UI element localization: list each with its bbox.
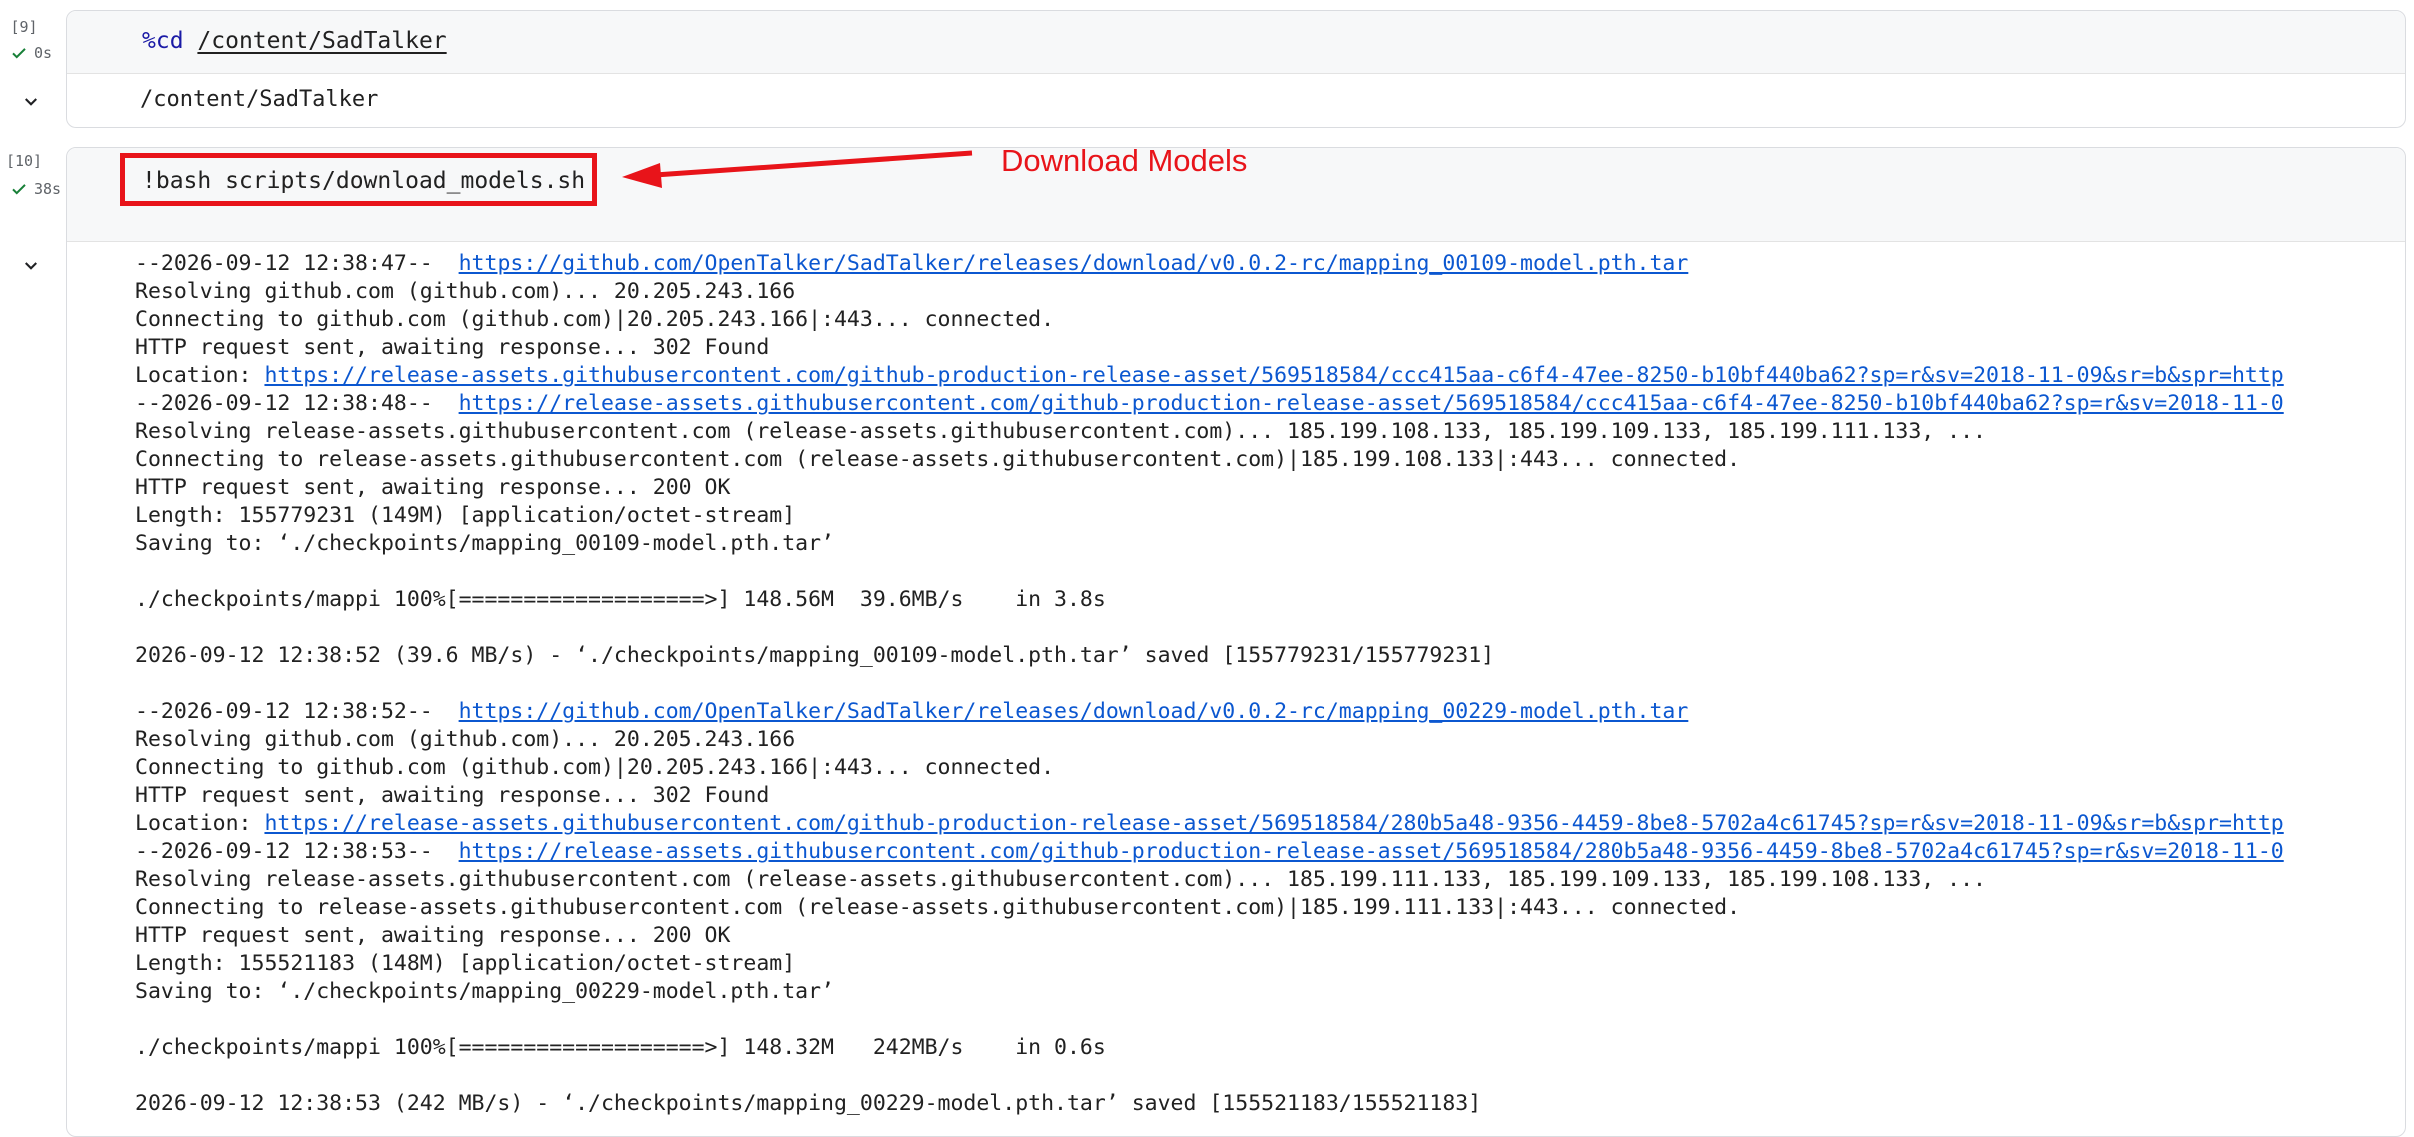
log-line: --2026-09-12 12:38:48-- https://release-… bbox=[135, 390, 2385, 418]
annotation-label: Download Models bbox=[1001, 143, 1248, 178]
redirect-location-link[interactable]: https://release-assets.githubusercontent… bbox=[264, 363, 2283, 388]
cell1-output: /content/SadTalker bbox=[140, 87, 379, 112]
log-progress-line: ./checkpoints/mappi 100%[===============… bbox=[135, 1035, 1106, 1060]
log-saved-line: 2026-09-12 12:38:53 (242 MB/s) - ‘./chec… bbox=[135, 1091, 1482, 1116]
cell2-run-time: 38s bbox=[34, 180, 62, 198]
log-line: Resolving release-assets.githubuserconte… bbox=[135, 419, 1987, 444]
download-link[interactable]: https://github.com/OpenTalker/SadTalker/… bbox=[459, 699, 1689, 724]
log-line: HTTP request sent, awaiting response... … bbox=[135, 335, 770, 360]
cell1-code-editor[interactable]: %cd /content/SadTalker bbox=[67, 11, 2405, 74]
log-line: Saving to: ‘./checkpoints/mapping_00229-… bbox=[135, 979, 834, 1004]
log-timestamp: --2026-09-12 12:38:52-- bbox=[135, 699, 459, 724]
log-line: Resolving release-assets.githubuserconte… bbox=[135, 867, 1987, 892]
cell1-magic-command: %cd bbox=[142, 28, 184, 54]
cell2-execution-count: [10] bbox=[5, 152, 43, 170]
check-icon bbox=[12, 184, 26, 195]
log-progress-line: ./checkpoints/mappi 100%[===============… bbox=[135, 587, 1106, 612]
cell1-execution-count: [9] bbox=[10, 18, 38, 36]
log-timestamp: --2026-09-12 12:38:48-- bbox=[135, 391, 459, 416]
log-line: Length: 155779231 (149M) [application/oc… bbox=[135, 503, 796, 528]
log-line: Connecting to github.com (github.com)|20… bbox=[135, 307, 1055, 332]
log-line: --2026-09-12 12:38:53-- https://release-… bbox=[135, 838, 2385, 866]
log-line: HTTP request sent, awaiting response... … bbox=[135, 783, 770, 808]
log-timestamp: --2026-09-12 12:38:53-- bbox=[135, 839, 459, 864]
cell1-code: %cd /content/SadTalker bbox=[142, 28, 447, 54]
log-line: Location: https://release-assets.githubu… bbox=[135, 362, 2385, 390]
redirect-download-link[interactable]: https://release-assets.githubusercontent… bbox=[459, 391, 2284, 416]
log-line: Length: 155521183 (148M) [application/oc… bbox=[135, 951, 796, 976]
cell1-run-status: 0s bbox=[10, 44, 52, 62]
cell1-run-time: 0s bbox=[34, 44, 53, 62]
log-line: --2026-09-12 12:38:47-- https://github.c… bbox=[135, 250, 2385, 278]
check-icon bbox=[12, 48, 26, 59]
log-line: --2026-09-12 12:38:52-- https://github.c… bbox=[135, 698, 2385, 726]
log-line: HTTP request sent, awaiting response... … bbox=[135, 475, 731, 500]
log-location-label: Location: bbox=[135, 363, 265, 388]
redirect-download-link[interactable]: https://release-assets.githubusercontent… bbox=[459, 839, 2284, 864]
chevron-down-icon bbox=[25, 98, 37, 106]
redirect-location-link[interactable]: https://release-assets.githubusercontent… bbox=[264, 811, 2283, 836]
annotation-highlight-box bbox=[120, 153, 597, 206]
cell2-output-log: --2026-09-12 12:38:47-- https://github.c… bbox=[135, 250, 2385, 1118]
log-line: Connecting to release-assets.githubuserc… bbox=[135, 895, 1741, 920]
cell1-path-argument: /content/SadTalker bbox=[197, 28, 447, 54]
log-line: Resolving github.com (github.com)... 20.… bbox=[135, 279, 796, 304]
log-line: HTTP request sent, awaiting response... … bbox=[135, 923, 731, 948]
cell1-collapse-output-toggle[interactable] bbox=[20, 91, 42, 113]
log-saved-line: 2026-09-12 12:38:52 (39.6 MB/s) - ‘./che… bbox=[135, 643, 1495, 668]
log-timestamp: --2026-09-12 12:38:47-- bbox=[135, 251, 459, 276]
cell2-run-status: 38s bbox=[10, 180, 61, 198]
log-line: Location: https://release-assets.githubu… bbox=[135, 810, 2385, 838]
download-link[interactable]: https://github.com/OpenTalker/SadTalker/… bbox=[459, 251, 1689, 276]
log-location-label: Location: bbox=[135, 811, 265, 836]
log-line: Connecting to github.com (github.com)|20… bbox=[135, 755, 1055, 780]
cell2-collapse-output-toggle[interactable] bbox=[20, 255, 42, 277]
log-line: Resolving github.com (github.com)... 20.… bbox=[135, 727, 796, 752]
log-line: Connecting to release-assets.githubuserc… bbox=[135, 447, 1741, 472]
chevron-down-icon bbox=[25, 262, 37, 270]
code-cell-1[interactable]: %cd /content/SadTalker /content/SadTalke… bbox=[66, 10, 2406, 128]
log-line: Saving to: ‘./checkpoints/mapping_00109-… bbox=[135, 531, 834, 556]
